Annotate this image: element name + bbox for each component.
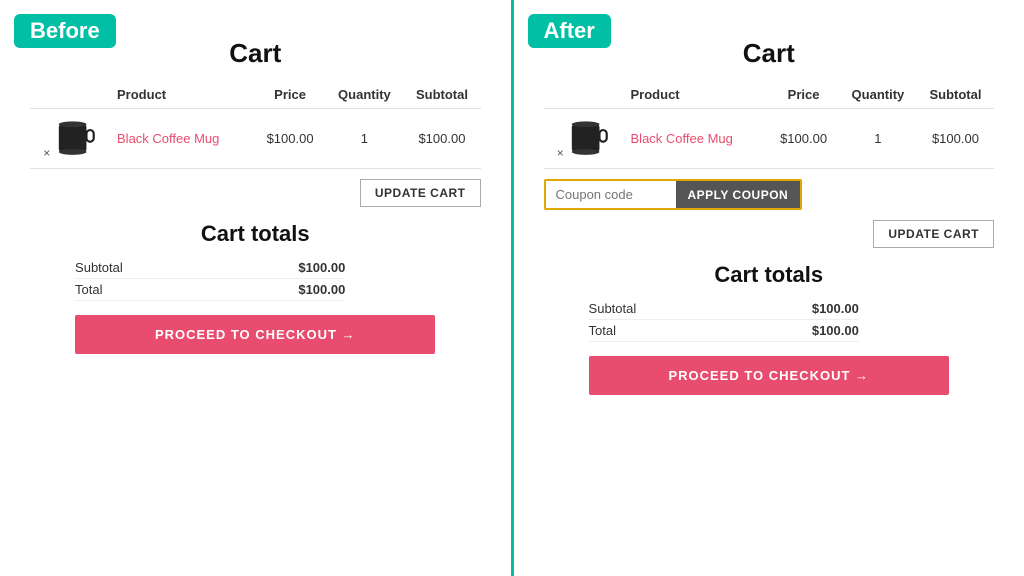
after-totals-table: Subtotal $100.00 Total $100.00 [589, 298, 859, 342]
after-cart-totals-title: Cart totals [544, 262, 995, 288]
before-total-value: $100.00 [298, 282, 345, 297]
before-badge: Before [14, 14, 116, 48]
remove-icon[interactable]: × [43, 146, 50, 160]
after-panel: After Cart Product Price Quantity Subtot… [514, 0, 1024, 576]
table-row-after: × Black Coffee Mug $100.00 1 $100.00 [544, 109, 995, 169]
before-subtotal-label: Subtotal [75, 260, 123, 275]
col-remove [30, 81, 113, 109]
quantity-cell: 1 [325, 109, 403, 169]
coupon-row: APPLY COUPON [544, 179, 995, 210]
col-price: Price [255, 81, 326, 109]
before-subtotal-row: Subtotal $100.00 [75, 257, 345, 279]
col-product-after: Product [627, 81, 769, 109]
after-badge: After [528, 14, 611, 48]
before-subtotal-value: $100.00 [298, 260, 345, 275]
before-total-row: Total $100.00 [75, 279, 345, 301]
after-update-row: UPDATE CART [544, 220, 995, 248]
coupon-box: APPLY COUPON [544, 179, 803, 210]
before-total-label: Total [75, 282, 102, 297]
table-row: × Black Coffee Mug $100.00 1 $100.00 [30, 109, 481, 169]
col-remove-after [544, 81, 627, 109]
before-update-row: UPDATE CART [30, 179, 481, 207]
before-totals-table: Subtotal $100.00 Total $100.00 [75, 257, 345, 301]
after-update-cart-button[interactable]: UPDATE CART [873, 220, 994, 248]
subtotal-cell-after: $100.00 [917, 109, 994, 169]
product-name-cell: Black Coffee Mug [113, 109, 255, 169]
product-link[interactable]: Black Coffee Mug [117, 131, 219, 146]
coupon-input[interactable] [546, 181, 676, 208]
after-cart-title: Cart [743, 38, 795, 69]
after-subtotal-value: $100.00 [812, 301, 859, 316]
product-image-after [567, 117, 613, 157]
product-name-cell-after: Black Coffee Mug [627, 109, 769, 169]
apply-coupon-button[interactable]: APPLY COUPON [676, 181, 801, 208]
remove-cell[interactable]: × [30, 109, 113, 169]
before-cart-totals-title: Cart totals [30, 221, 481, 247]
after-total-row: Total $100.00 [589, 320, 859, 342]
quantity-cell-after: 1 [839, 109, 917, 169]
after-subtotal-row: Subtotal $100.00 [589, 298, 859, 320]
before-proceed-button[interactable]: PROCEED TO CHECKOUT → [75, 315, 435, 354]
price-cell-after: $100.00 [768, 109, 839, 169]
col-subtotal: Subtotal [403, 81, 480, 109]
product-link-after[interactable]: Black Coffee Mug [631, 131, 733, 146]
after-cart-table: Product Price Quantity Subtotal × [544, 81, 995, 169]
subtotal-cell: $100.00 [403, 109, 480, 169]
after-proceed-button[interactable]: PROCEED TO CHECKOUT → [589, 356, 949, 395]
after-total-value: $100.00 [812, 323, 859, 338]
remove-cell-after[interactable]: × [544, 109, 627, 169]
before-cart-table: Product Price Quantity Subtotal × [30, 81, 481, 169]
product-image [54, 117, 100, 157]
price-cell: $100.00 [255, 109, 326, 169]
remove-icon-after[interactable]: × [557, 146, 564, 160]
before-panel: Before Cart Product Price Quantity Subto… [0, 0, 514, 576]
after-total-label: Total [589, 323, 616, 338]
after-subtotal-label: Subtotal [589, 301, 637, 316]
col-subtotal-after: Subtotal [917, 81, 994, 109]
col-price-after: Price [768, 81, 839, 109]
col-quantity: Quantity [325, 81, 403, 109]
before-cart-title: Cart [229, 38, 281, 69]
col-quantity-after: Quantity [839, 81, 917, 109]
before-update-cart-button[interactable]: UPDATE CART [360, 179, 481, 207]
col-product: Product [113, 81, 255, 109]
